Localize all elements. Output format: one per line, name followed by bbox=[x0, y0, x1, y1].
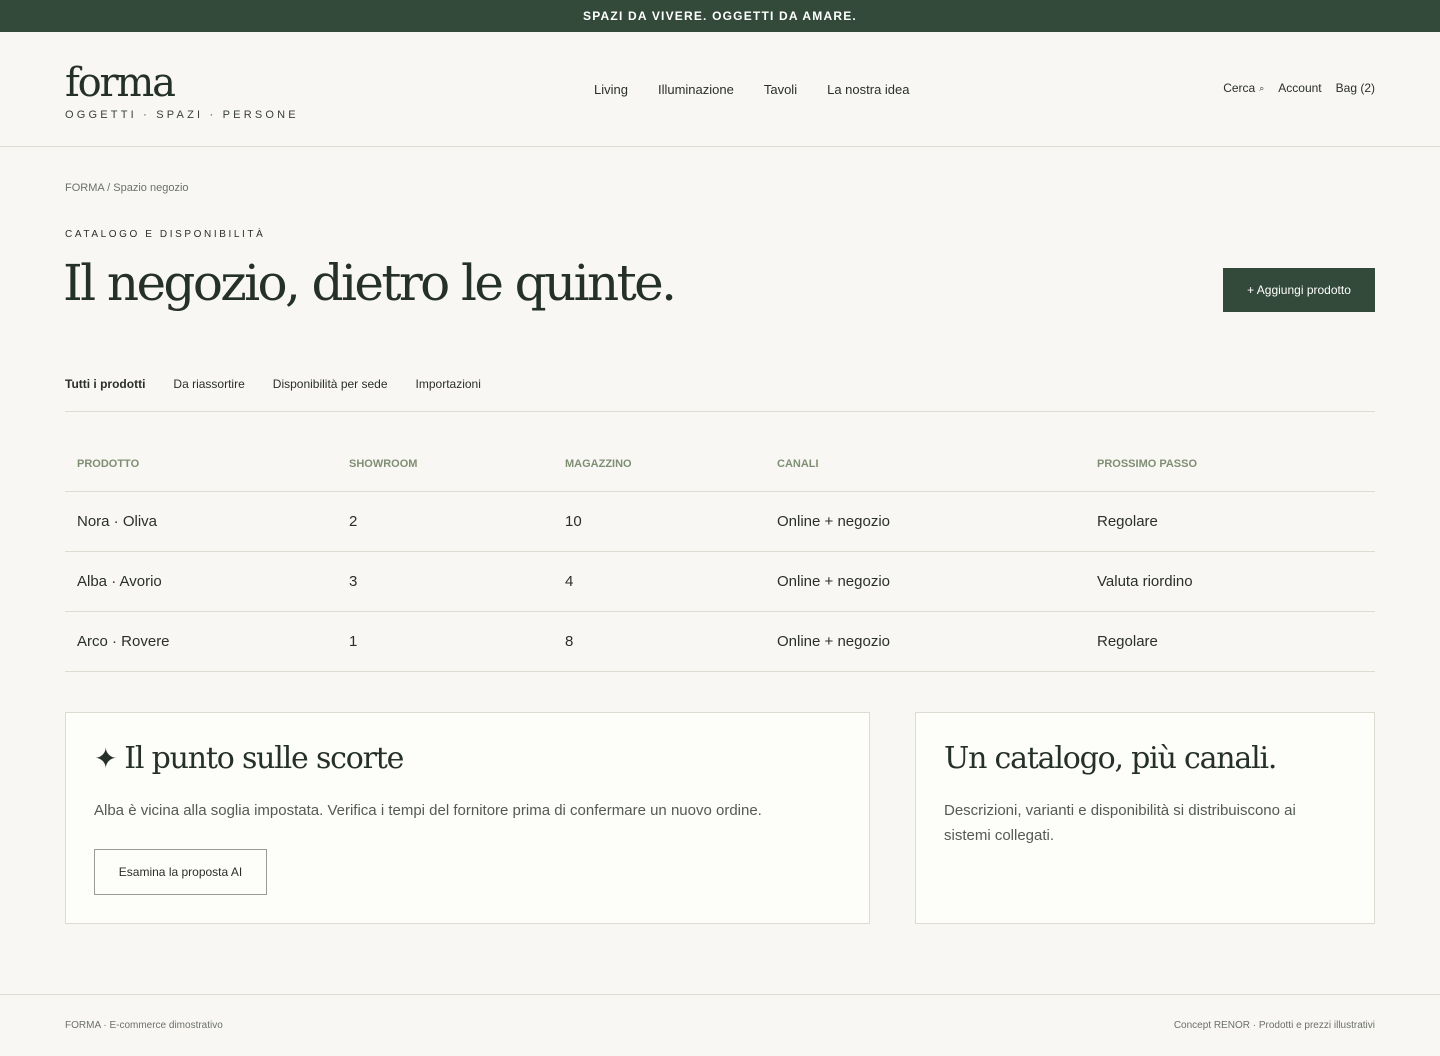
column-header-showroom[interactable]: SHOWROOM bbox=[349, 458, 417, 470]
cell-channels: Online + negozio bbox=[777, 633, 890, 650]
search-icon: ⌕ bbox=[1259, 82, 1265, 93]
table-row[interactable]: Nora · Oliva 2 10 Online + negozio Regol… bbox=[65, 492, 1375, 552]
tab-imports[interactable]: Importazioni bbox=[416, 377, 481, 391]
nav-item-illuminazione[interactable]: Illuminazione bbox=[658, 82, 734, 97]
add-product-button[interactable]: + Aggiungi prodotto bbox=[1223, 268, 1375, 312]
cell-product: Nora · Oliva bbox=[77, 513, 158, 530]
stock-insight-title: ✦ Il punto sulle scorte bbox=[94, 741, 404, 776]
column-header-warehouse[interactable]: MAGAZZINO bbox=[565, 458, 632, 470]
table-row[interactable]: Arco · Rovere 1 8 Online + negozio Regol… bbox=[65, 612, 1375, 672]
tagline: OGGETTI · SPAZI · PERSONE bbox=[65, 109, 299, 121]
footer-divider bbox=[0, 994, 1440, 995]
sparkle-icon: ✦ bbox=[94, 742, 117, 775]
footer-right-text: Concept RENOR · Prodotti e prezzi illust… bbox=[1173, 1020, 1375, 1031]
inventory-table: PRODOTTO SHOWROOM MAGAZZINO CANALI PROSS… bbox=[65, 436, 1375, 672]
cell-channels: Online + negozio bbox=[777, 513, 890, 530]
tab-all-products[interactable]: Tutti i prodotti bbox=[65, 377, 145, 391]
cell-warehouse: 4 bbox=[565, 573, 574, 590]
cell-showroom: 1 bbox=[349, 633, 358, 650]
site-header: forma OGGETTI · SPAZI · PERSONE Living I… bbox=[0, 32, 1440, 147]
announcement-text: SPAZI DA VIVERE. OGGETTI DA AMARE. bbox=[583, 9, 857, 23]
account-link[interactable]: Account bbox=[1278, 81, 1321, 95]
page-title: Il negozio, dietro le quinte. bbox=[63, 254, 677, 312]
catalog-channels-card: Un catalogo, più canali. Descrizioni, va… bbox=[915, 712, 1375, 924]
tab-restock[interactable]: Da riassortire bbox=[173, 377, 244, 391]
footer-left-text: FORMA · E-commerce dimostrativo bbox=[65, 1020, 223, 1031]
column-header-product[interactable]: PRODOTTO bbox=[77, 458, 139, 470]
search-label: Cerca bbox=[1223, 81, 1256, 95]
cell-warehouse: 10 bbox=[565, 513, 582, 530]
column-header-channels[interactable]: CANALI bbox=[777, 458, 819, 470]
table-header: PRODOTTO SHOWROOM MAGAZZINO CANALI PROSS… bbox=[65, 436, 1375, 492]
table-row[interactable]: Alba · Avorio 3 4 Online + negozio Valut… bbox=[65, 552, 1375, 612]
breadcrumb: FORMA / Spazio negozio bbox=[65, 182, 189, 194]
nav-item-living[interactable]: Living bbox=[594, 82, 628, 97]
cell-next-step: Regolare bbox=[1097, 513, 1158, 530]
tab-divider bbox=[65, 411, 1375, 412]
catalog-channels-title: Un catalogo, più canali. bbox=[944, 741, 1277, 776]
section-eyebrow: CATALOGO E DISPONIBILITÀ bbox=[65, 229, 266, 240]
stock-insight-body: Alba è vicina alla soglia impostata. Ver… bbox=[94, 802, 762, 819]
announcement-bar: SPAZI DA VIVERE. OGGETTI DA AMARE. bbox=[0, 0, 1440, 32]
cell-next-step: Valuta riordino bbox=[1097, 573, 1193, 590]
main-nav: Living Illuminazione Tavoli La nostra id… bbox=[594, 82, 910, 97]
tab-bar: Tutti i prodotti Da riassortire Disponib… bbox=[65, 377, 481, 391]
nav-item-la-nostra-idea[interactable]: La nostra idea bbox=[827, 82, 909, 97]
review-ai-proposal-button[interactable]: Esamina la proposta AI bbox=[94, 849, 267, 895]
stock-insight-card: ✦ Il punto sulle scorte Alba è vicina al… bbox=[65, 712, 870, 924]
tab-availability-by-location[interactable]: Disponibilità per sede bbox=[273, 377, 388, 391]
cell-product: Arco · Rovere bbox=[77, 633, 170, 650]
catalog-channels-body: Descrizioni, varianti e disponibilità si… bbox=[944, 802, 1296, 844]
cell-showroom: 2 bbox=[349, 513, 358, 530]
cell-showroom: 3 bbox=[349, 573, 358, 590]
cell-next-step: Regolare bbox=[1097, 633, 1158, 650]
utility-nav: Cerca ⌕ Account Bag (2) bbox=[1223, 81, 1375, 95]
cell-channels: Online + negozio bbox=[777, 573, 890, 590]
column-header-next-step[interactable]: PROSSIMO PASSO bbox=[1097, 458, 1197, 470]
bag-link[interactable]: Bag (2) bbox=[1336, 81, 1375, 95]
search-link[interactable]: Cerca ⌕ bbox=[1223, 81, 1264, 95]
nav-item-tavoli[interactable]: Tavoli bbox=[764, 82, 797, 97]
cell-product: Alba · Avorio bbox=[77, 573, 162, 590]
stock-insight-title-text: Il punto sulle scorte bbox=[124, 741, 404, 776]
cell-warehouse: 8 bbox=[565, 633, 574, 650]
logo[interactable]: forma bbox=[65, 60, 176, 106]
